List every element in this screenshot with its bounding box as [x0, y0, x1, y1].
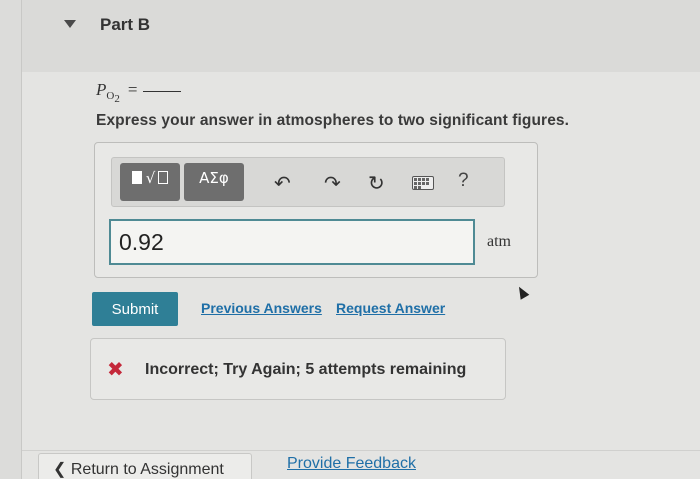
math-template-button[interactable]: √ [120, 163, 180, 201]
redo-icon[interactable]: ↷ [324, 171, 341, 195]
keyboard-icon[interactable] [412, 176, 434, 190]
template-square-icon [131, 171, 142, 184]
incorrect-x-icon: ✖ [107, 357, 124, 381]
pressure-symbol: P [96, 80, 107, 99]
reset-icon[interactable]: ↻ [368, 171, 385, 195]
submit-button[interactable]: Submit [92, 292, 178, 326]
chevron-left-icon: ❮ [53, 461, 67, 478]
part-title: Part B [100, 15, 151, 34]
unit-label: atm [487, 233, 511, 250]
previous-answers-link[interactable]: Previous Answers [201, 300, 322, 316]
feedback-message: Incorrect; Try Again; 5 attempts remaini… [145, 361, 467, 378]
math-toolbar: √ ΑΣφ ↶ ↷ ↻ ? [111, 157, 505, 207]
help-button[interactable]: ? [458, 170, 469, 192]
return-to-assignment-button[interactable]: ❮ Return to Assignment [38, 453, 252, 479]
feedback-box: ✖ Incorrect; Try Again; 5 attempts remai… [90, 338, 506, 400]
provide-feedback-link[interactable]: Provide Feedback [287, 455, 416, 473]
greek-symbols-button[interactable]: ΑΣφ [184, 163, 244, 201]
footer-divider [22, 450, 700, 451]
pressure-subscript: O2 [106, 90, 120, 106]
request-answer-link[interactable]: Request Answer [336, 300, 445, 316]
instruction-text: Express your answer in atmospheres to tw… [96, 112, 570, 129]
equals-sign: = [127, 80, 138, 99]
mouse-cursor-icon [514, 284, 530, 300]
answer-input[interactable] [109, 219, 475, 265]
answer-blank [143, 90, 182, 92]
part-header [22, 0, 700, 72]
answer-panel: √ ΑΣφ ↶ ↷ ↻ ? atm [94, 142, 538, 278]
template-box-icon [158, 171, 169, 184]
left-gutter [0, 0, 22, 479]
question-prompt: PO2 = [96, 80, 182, 106]
collapse-triangle-icon[interactable] [64, 20, 76, 28]
undo-icon[interactable]: ↶ [274, 171, 291, 195]
return-label: Return to Assignment [70, 461, 224, 478]
